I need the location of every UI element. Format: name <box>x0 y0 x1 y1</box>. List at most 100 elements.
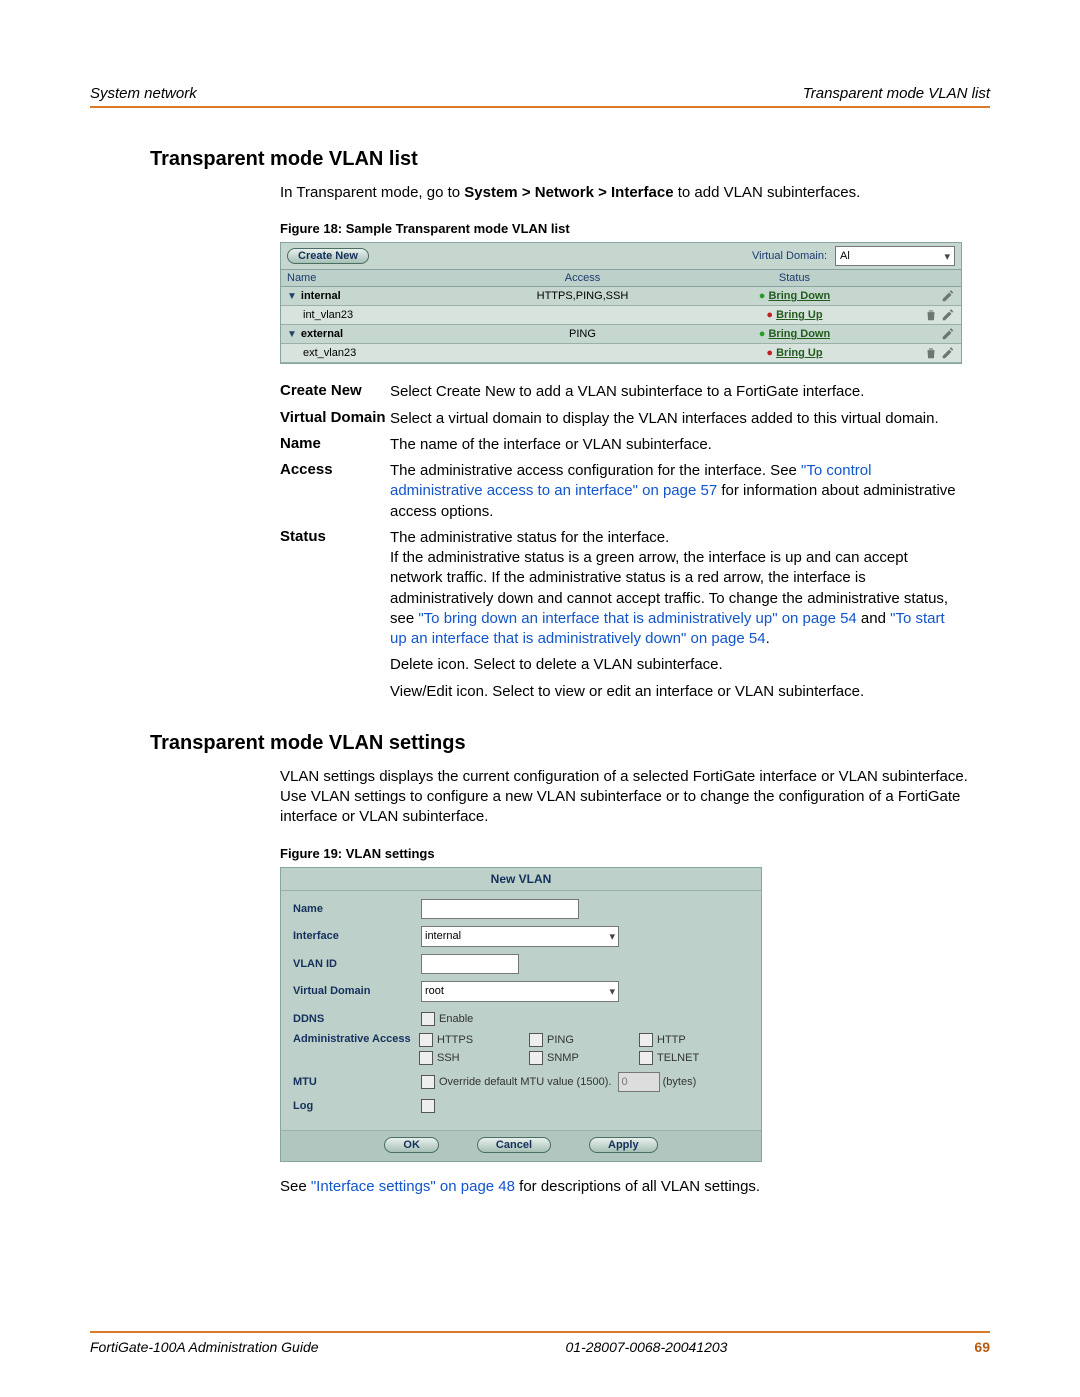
edit-icon <box>941 327 955 341</box>
intro-post: to add VLAN subinterfaces. <box>674 184 861 201</box>
fig18-col-header: Name <box>281 270 465 287</box>
figure19-caption: Figure 19: VLAN settings <box>280 846 990 861</box>
chevron-down-icon: ▾ <box>609 985 615 998</box>
edit-button[interactable] <box>941 289 955 303</box>
label-interface: Interface <box>293 930 421 942</box>
running-header: System network Transparent mode VLAN lis… <box>90 85 990 108</box>
expand-triangle-icon[interactable]: ▼ <box>287 329 297 340</box>
apply-button[interactable]: Apply <box>589 1137 658 1153</box>
checkbox-access-https[interactable]: HTTPS <box>419 1033 529 1047</box>
def-term-virtual-domain: Virtual Domain <box>280 409 390 429</box>
checkbox-access-telnet[interactable]: TELNET <box>639 1051 749 1065</box>
cell-status: ● Bring Down <box>700 325 889 344</box>
input-mtu-value[interactable]: 0 <box>618 1072 660 1092</box>
figure19-panel: New VLAN Name Interface internal ▾ VLAN … <box>280 867 762 1162</box>
heading-vlan-settings: Transparent mode VLAN settings <box>150 732 990 755</box>
cell-actions <box>889 325 961 344</box>
interface-name[interactable]: ext_vlan23 <box>303 347 356 359</box>
status-arrow-icon: ● <box>759 290 766 302</box>
cell-access <box>465 344 700 363</box>
checkbox-log[interactable] <box>421 1099 435 1113</box>
cell-name: ext_vlan23 <box>281 344 465 363</box>
heading-vlan-list: Transparent mode VLAN list <box>150 148 990 171</box>
status-toggle-link[interactable]: Bring Up <box>776 347 822 359</box>
checkbox-mtu-override[interactable]: Override default MTU value (1500). <box>421 1075 611 1089</box>
checkbox-icon <box>639 1033 653 1047</box>
delete-button[interactable] <box>924 346 938 360</box>
def-desc-create-new: Select Create New to add a VLAN subinter… <box>390 382 960 402</box>
edit-button[interactable] <box>941 327 955 341</box>
select-interface-value: internal <box>425 930 461 942</box>
checkbox-icon <box>419 1051 433 1065</box>
status-toggle-link[interactable]: Bring Down <box>768 290 830 302</box>
status-toggle-link[interactable]: Bring Down <box>768 328 830 340</box>
mtu-override-label: Override default MTU value (1500). <box>439 1076 611 1088</box>
access-option-label: TELNET <box>657 1052 699 1064</box>
select-virtual-domain[interactable]: root ▾ <box>421 981 619 1002</box>
fig18-col-header: Access <box>465 270 700 287</box>
edit-icon <box>941 308 955 322</box>
input-name[interactable] <box>421 899 579 919</box>
fig18-col-header <box>889 270 961 287</box>
intro-vlan-list: In Transparent mode, go to System > Netw… <box>280 183 990 203</box>
input-vlan-id[interactable] <box>421 954 519 974</box>
ok-button[interactable]: OK <box>384 1137 439 1153</box>
label-mtu: MTU <box>293 1076 421 1088</box>
delete-button[interactable] <box>924 308 938 322</box>
edit-button[interactable] <box>941 346 955 360</box>
checkbox-icon <box>639 1051 653 1065</box>
fig18-toolbar: Create New Virtual Domain: Al ▾ <box>281 243 961 270</box>
access-pre: The administrative access configuration … <box>390 462 801 479</box>
interface-name[interactable]: int_vlan23 <box>303 309 353 321</box>
label-log: Log <box>293 1100 421 1112</box>
figure18-caption: Figure 18: Sample Transparent mode VLAN … <box>280 221 990 236</box>
select-virtual-domain-value: root <box>425 985 444 997</box>
def-desc-status: The administrative status for the interf… <box>390 528 960 650</box>
checkbox-access-snmp[interactable]: SNMP <box>529 1051 639 1065</box>
checkbox-ddns-enable[interactable]: Enable <box>421 1012 473 1026</box>
status-line1: The administrative status for the interf… <box>390 529 669 546</box>
create-new-button[interactable]: Create New <box>287 248 369 264</box>
edit-icon <box>941 346 955 360</box>
status-arrow-icon: ● <box>766 347 773 359</box>
table-row: ▼externalPING● Bring Down <box>281 325 961 344</box>
fig18-col-header: Status <box>700 270 889 287</box>
cell-access <box>465 306 700 325</box>
intro-pre: In Transparent mode, go to <box>280 184 464 201</box>
chevron-down-icon: ▾ <box>944 250 950 263</box>
checkbox-access-http[interactable]: HTTP <box>639 1033 749 1047</box>
cancel-button[interactable]: Cancel <box>477 1137 551 1153</box>
label-admin-access: Administrative Access <box>293 1033 419 1045</box>
def-desc-access: The administrative access configuration … <box>390 461 960 522</box>
link-status-1[interactable]: "To bring down an interface that is admi… <box>418 610 856 627</box>
virtual-domain-select[interactable]: Al ▾ <box>835 246 955 266</box>
edit-icon <box>941 289 955 303</box>
status-toggle-link[interactable]: Bring Up <box>776 309 822 321</box>
interface-name[interactable]: external <box>301 328 343 340</box>
ddns-enable-label: Enable <box>439 1013 473 1025</box>
page-footer: FortiGate-100A Administration Guide 01-2… <box>90 1331 990 1355</box>
link-interface-settings[interactable]: "Interface settings" on page 48 <box>311 1178 515 1195</box>
virtual-domain-value: Al <box>840 250 850 262</box>
checkbox-icon <box>421 1012 435 1026</box>
access-option-label: PING <box>547 1034 574 1046</box>
cell-status: ● Bring Down <box>700 287 889 306</box>
mtu-unit: (bytes) <box>663 1076 697 1088</box>
virtual-domain-label: Virtual Domain: <box>752 250 827 262</box>
def-term-name: Name <box>280 435 390 455</box>
cell-actions <box>889 287 961 306</box>
intro-path: System > Network > Interface <box>464 184 673 201</box>
expand-triangle-icon[interactable]: ▼ <box>287 291 297 302</box>
status-mid: and <box>857 610 890 627</box>
checkbox-access-ping[interactable]: PING <box>529 1033 639 1047</box>
table-row: ext_vlan23 ● Bring Up <box>281 344 961 363</box>
access-option-label: HTTP <box>657 1034 686 1046</box>
checkbox-icon <box>421 1099 435 1113</box>
select-interface[interactable]: internal ▾ <box>421 926 619 947</box>
label-virtual-domain: Virtual Domain <box>293 985 421 997</box>
see-pre: See <box>280 1178 311 1195</box>
interface-name[interactable]: internal <box>301 290 341 302</box>
checkbox-access-ssh[interactable]: SSH <box>419 1051 529 1065</box>
chevron-down-icon: ▾ <box>609 930 615 943</box>
edit-button[interactable] <box>941 308 955 322</box>
